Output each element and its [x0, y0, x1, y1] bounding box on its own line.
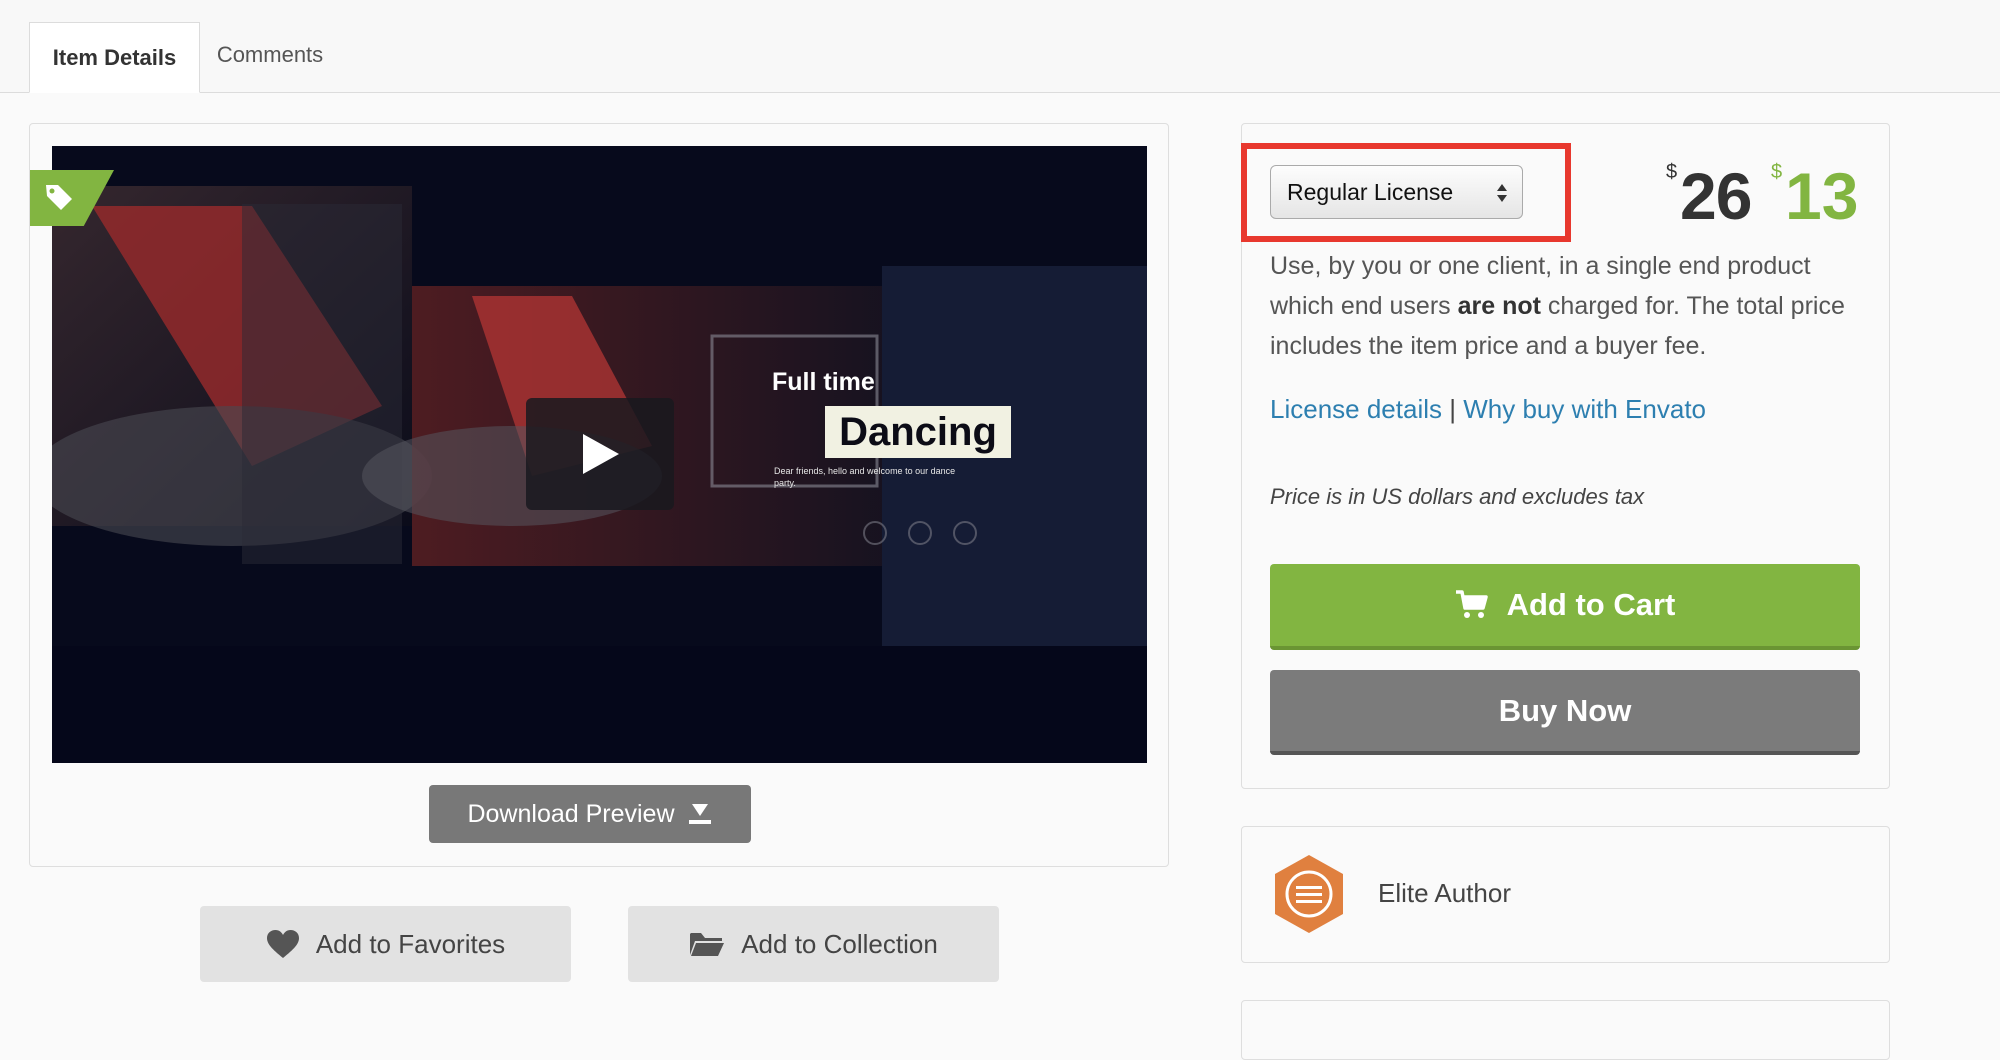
add-to-collection-button[interactable]: Add to Collection: [628, 906, 999, 982]
video-title-line1: Full time: [772, 368, 875, 396]
video-subtitle: Dear friends, hello and welcome to our d…: [774, 466, 956, 488]
link-separator: |: [1449, 394, 1456, 424]
add-to-cart-button[interactable]: Add to Cart: [1270, 564, 1860, 650]
download-preview-button[interactable]: Download Preview: [429, 785, 751, 843]
license-description: Use, by you or one client, in a single e…: [1270, 246, 1870, 366]
why-buy-envato-link[interactable]: Why buy with Envato: [1463, 394, 1706, 424]
tab-comments[interactable]: Comments: [200, 22, 340, 88]
download-icon: [688, 804, 711, 824]
add-to-favorites-label: Add to Favorites: [315, 928, 506, 959]
heart-icon: [266, 930, 299, 958]
add-to-cart-label: Add to Cart: [1506, 587, 1676, 622]
license-details-link[interactable]: License details: [1270, 394, 1442, 424]
old-price-value: 26: [1680, 159, 1752, 233]
add-to-collection-label: Add to Collection: [741, 928, 938, 959]
tab-bar: Item Details Comments: [0, 0, 2000, 93]
elite-author-badge-icon: [1275, 855, 1343, 933]
select-arrows-icon: [1497, 184, 1507, 202]
folder-open-icon: [690, 933, 725, 956]
play-button[interactable]: [526, 398, 674, 510]
play-icon: [583, 434, 619, 474]
tag-icon: [46, 185, 72, 210]
download-preview-label: Download Preview: [467, 799, 675, 828]
tab-item-details[interactable]: Item Details: [29, 22, 200, 93]
license-desc-bold: are not: [1457, 292, 1541, 320]
tax-note: Price is in US dollars and excludes tax: [1270, 484, 1645, 509]
buy-now-label: Buy Now: [1498, 692, 1632, 728]
next-panel: [1241, 1000, 1890, 1060]
license-select[interactable]: Regular License: [1270, 165, 1523, 219]
new-price-value: 13: [1785, 159, 1859, 233]
buy-now-button[interactable]: Buy Now: [1270, 670, 1860, 755]
video-title-line2: Dancing: [825, 406, 1011, 458]
old-price: 26: [1666, 158, 1752, 234]
new-price-currency: $: [1771, 161, 1783, 183]
add-to-favorites-button[interactable]: Add to Favorites: [200, 906, 571, 982]
license-select-value: Regular License: [1287, 178, 1454, 205]
cart-icon: [1455, 590, 1488, 618]
license-links: License details | Why buy with Envato: [1270, 394, 1706, 425]
new-price: 13: [1785, 158, 1858, 234]
elite-author-label: Elite Author: [1378, 878, 1511, 908]
